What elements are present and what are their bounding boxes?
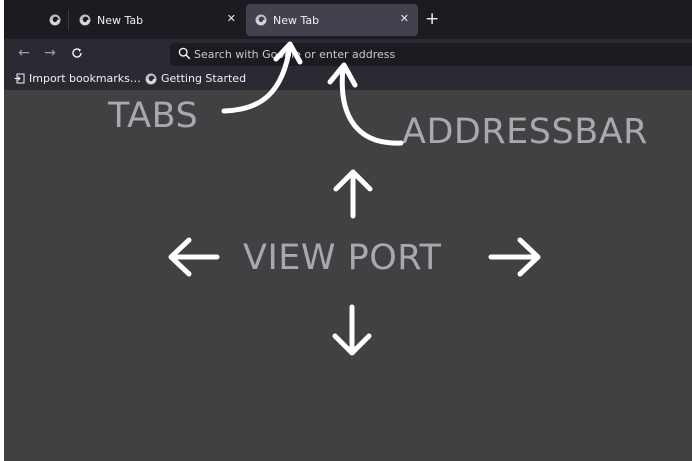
reload-icon (72, 48, 82, 58)
tab-new-tab-1[interactable]: New Tab ✕ (69, 4, 245, 36)
close-tab-icon[interactable]: ✕ (227, 12, 236, 25)
new-tab-button[interactable]: + (425, 9, 439, 29)
annotation-tabs: TABS (108, 96, 199, 136)
tab-strip: New Tab ✕ New Tab ✕ + (4, 0, 692, 39)
bookmark-label: Import bookmarks… (29, 72, 141, 85)
annotation-viewport: VIEW PORT (243, 238, 442, 278)
firefox-icon (49, 14, 61, 26)
firefox-view-button[interactable] (42, 4, 68, 36)
tab-label: New Tab (273, 13, 320, 27)
annotation-addressbar: ADDRESSBAR (402, 112, 648, 152)
back-button[interactable]: ← (16, 45, 32, 61)
import-icon (14, 73, 25, 84)
tab-label: New Tab (97, 13, 144, 27)
firefox-icon (255, 14, 267, 26)
search-icon (178, 47, 191, 60)
close-tab-icon[interactable]: ✕ (400, 12, 409, 25)
address-input[interactable] (194, 46, 674, 63)
bookmark-import[interactable]: Import bookmarks… (14, 72, 141, 85)
bookmark-getting-started[interactable]: Getting Started (145, 72, 246, 85)
address-bar[interactable] (170, 43, 692, 66)
browser-window: New Tab ✕ New Tab ✕ + ← → Import bookmar… (4, 0, 692, 461)
bookmarks-toolbar: Import bookmarks… Getting Started (4, 69, 692, 90)
navigation-toolbar: ← → (4, 39, 692, 69)
forward-button[interactable]: → (42, 45, 58, 61)
firefox-icon (79, 14, 91, 26)
firefox-icon (145, 73, 157, 84)
tab-new-tab-2-active[interactable]: New Tab ✕ (246, 4, 418, 36)
reload-button[interactable] (69, 45, 85, 61)
bookmark-label: Getting Started (161, 72, 247, 85)
